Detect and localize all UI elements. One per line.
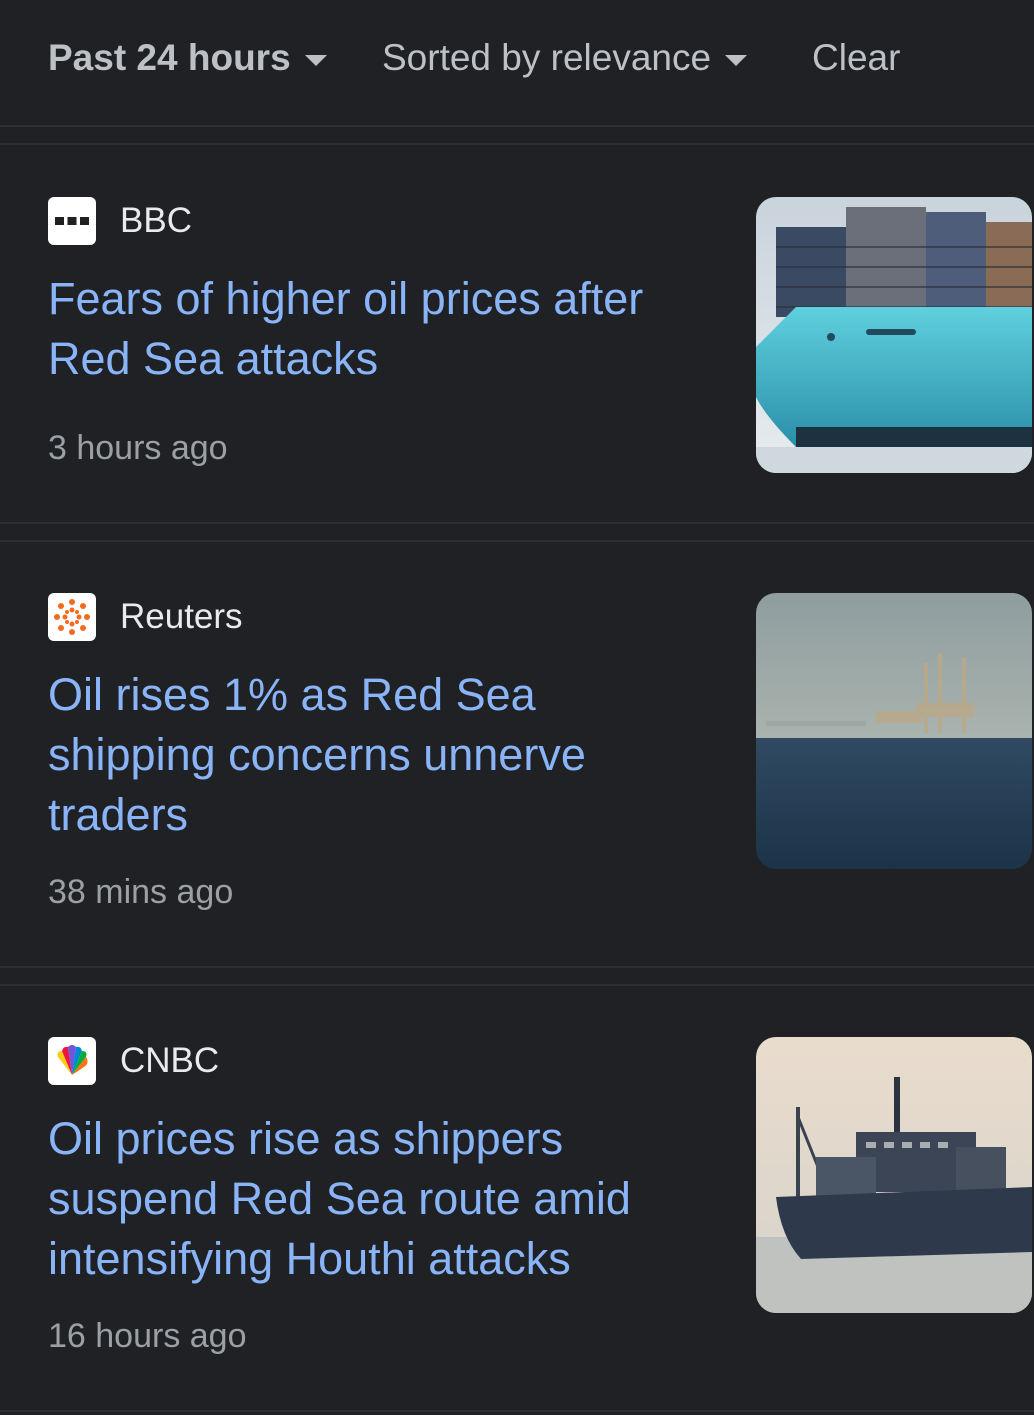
time-range-label: Past 24 hours: [48, 37, 291, 78]
oil-rig-thumbnail[interactable]: [756, 593, 1032, 869]
cnbc-peacock-logo-icon: [48, 1037, 96, 1085]
bbc-logo-icon: [48, 197, 96, 245]
section-divider: [0, 125, 1034, 145]
article-headline[interactable]: Oil prices rise as shippers suspend Red …: [48, 1109, 708, 1289]
source-row: BBC: [48, 197, 192, 245]
news-filter-bar: Past 24 hours Sorted by relevance Clear: [0, 0, 1034, 125]
container-ship-thumbnail[interactable]: [756, 197, 1032, 473]
time-range-dropdown[interactable]: Past 24 hours: [48, 36, 327, 80]
source-row: CNBC: [48, 1037, 219, 1085]
chevron-down-icon: [304, 54, 327, 66]
clear-label: Clear: [812, 37, 901, 78]
source-name: Reuters: [120, 597, 243, 636]
article-timestamp: 38 mins ago: [48, 873, 234, 911]
clear-filters-button[interactable]: Clear: [812, 36, 900, 80]
sort-label: Sorted by relevance: [382, 37, 712, 78]
news-card[interactable]: BBC Fears of higher oil prices after Red…: [0, 147, 1034, 522]
source-name: BBC: [120, 201, 192, 240]
article-headline[interactable]: Fears of higher oil prices after Red Sea…: [48, 269, 708, 389]
article-timestamp: 16 hours ago: [48, 1317, 247, 1355]
article-headline[interactable]: Oil rises 1% as Red Sea shipping concern…: [48, 665, 708, 845]
section-divider: [0, 522, 1034, 542]
sort-dropdown[interactable]: Sorted by relevance: [382, 36, 748, 80]
source-name: CNBC: [120, 1041, 220, 1080]
news-card[interactable]: CNBC Oil prices rise as shippers suspend…: [0, 988, 1034, 1410]
cargo-ship-thumbnail[interactable]: [756, 1037, 1032, 1313]
news-card[interactable]: Reuters Oil rises 1% as Red Sea shipping…: [0, 544, 1034, 966]
section-divider: [0, 966, 1034, 986]
section-divider: [0, 1410, 1034, 1415]
reuters-logo-icon: [48, 593, 96, 641]
source-row: Reuters: [48, 593, 243, 641]
chevron-down-icon: [725, 54, 748, 66]
article-timestamp: 3 hours ago: [48, 429, 228, 467]
